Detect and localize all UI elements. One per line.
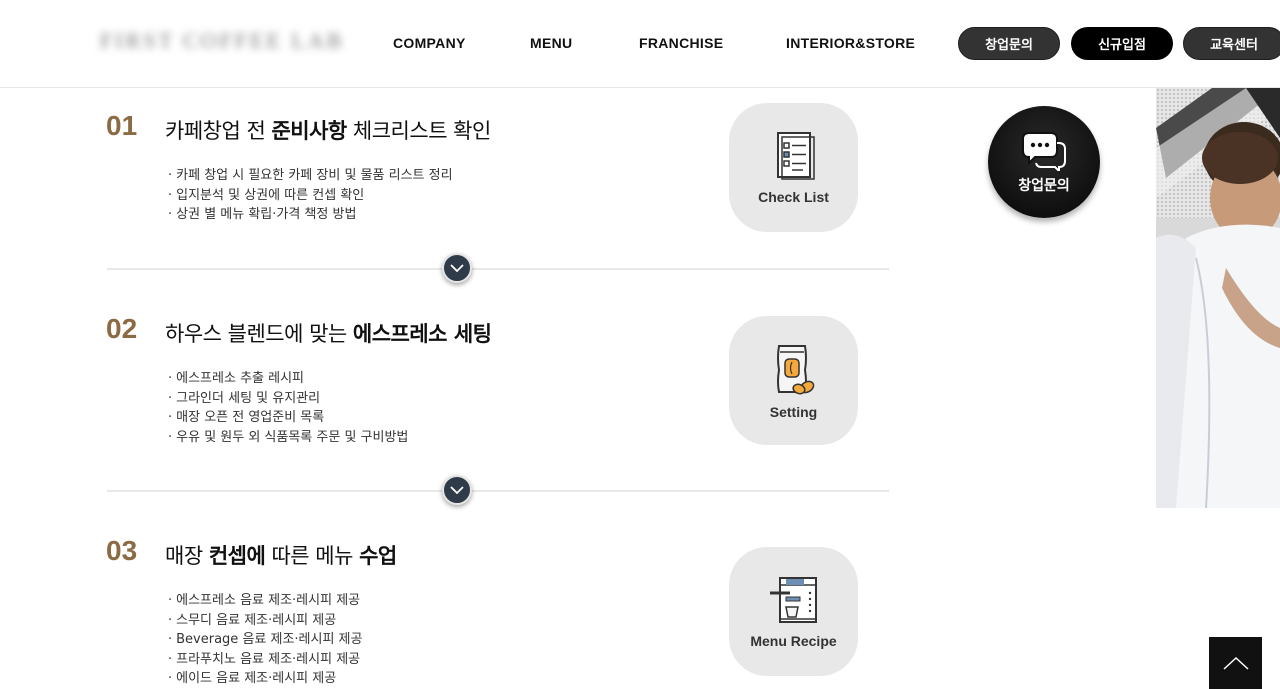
scroll-down-button[interactable] — [442, 253, 472, 283]
list-item: 그라인더 세팅 및 유지관리 — [168, 389, 408, 409]
list-item: 매장 오픈 전 영업준비 목록 — [168, 408, 408, 428]
chevron-up-icon — [1222, 656, 1249, 670]
section-title: 하우스 블렌드에 맞는 에스프레소 세팅 — [165, 318, 492, 348]
menu-recipe-card: Menu Recipe — [729, 547, 858, 676]
site-header: FIRST COFFEE LAB COMPANY MENU FRANCHISE … — [0, 0, 1280, 88]
title-part: 카페창업 전 — [165, 119, 272, 143]
card-label: Menu Recipe — [750, 632, 837, 649]
education-center-button[interactable]: 교육센터 — [1183, 27, 1280, 60]
checklist-icon — [776, 131, 815, 180]
title-part: 하우스 블렌드에 맞는 — [165, 322, 353, 346]
nav-company[interactable]: COMPANY — [393, 35, 466, 51]
card-label: Setting — [769, 403, 818, 420]
bullet-list: 에스프레소 음료 제조·레시피 제공 스무디 음료 제조·레시피 제공 Beve… — [168, 591, 362, 689]
title-part: 체크리스트 확인 — [346, 119, 491, 143]
divider — [107, 490, 889, 492]
nav-menu[interactable]: MENU — [530, 35, 572, 51]
title-part: 따른 메뉴 — [265, 544, 360, 568]
nav-franchise[interactable]: FRANCHISE — [639, 35, 723, 51]
section-number: 02 — [106, 313, 138, 344]
chevron-down-icon — [450, 264, 464, 272]
title-bold: 에스프레소 세팅 — [352, 322, 492, 346]
new-store-button[interactable]: 신규입점 — [1071, 27, 1173, 60]
divider — [107, 268, 889, 270]
list-item: 우유 및 원두 외 식품목록 주문 및 구비방법 — [168, 428, 408, 448]
section-title: 카페창업 전 준비사항 체크리스트 확인 — [165, 115, 491, 145]
title-part: 매장 — [165, 544, 209, 568]
list-item: 에스프레소 추출 레시피 — [168, 369, 408, 389]
barista-illustration — [1156, 88, 1280, 508]
checklist-card: Check List — [729, 103, 858, 232]
bullet-list: 에스프레소 추출 레시피 그라인더 세팅 및 유지관리 매장 오픈 전 영업준비… — [168, 369, 408, 447]
chevron-down-icon — [450, 486, 464, 494]
section-number: 03 — [106, 535, 138, 566]
coffee-bag-icon — [776, 344, 814, 394]
barista-photo — [1156, 88, 1280, 508]
title-bold: 컨셉에 — [208, 544, 266, 568]
chat-bubble-icon — [1022, 132, 1066, 171]
scroll-down-button[interactable] — [442, 475, 472, 505]
title-bold: 수업 — [359, 544, 397, 568]
card-label: Check List — [758, 188, 829, 205]
floating-consult-button[interactable]: 창업문의 — [988, 106, 1100, 218]
logo-text: FIRST COFFEE LAB — [100, 28, 345, 53]
list-item: 에이드 음료 제조·레시피 제공 — [168, 669, 362, 689]
list-item: 카페 창업 시 필요한 카페 장비 및 물품 리스트 정리 — [168, 166, 452, 186]
list-item: 스무디 음료 제조·레시피 제공 — [168, 611, 362, 631]
startup-inquiry-button[interactable]: 창업문의 — [958, 27, 1060, 60]
section-number: 01 — [106, 110, 138, 141]
floating-consult-label: 창업문의 — [1018, 178, 1070, 194]
list-item: 프라푸치노 음료 제조·레시피 제공 — [168, 650, 362, 670]
list-item: 입지분석 및 상권에 따른 컨셉 확인 — [168, 186, 453, 206]
setting-card: Setting — [729, 316, 858, 445]
list-item: 상권 별 메뉴 확립·가격 책정 방법 — [168, 205, 453, 225]
section-title: 매장 컨셉에 따른 메뉴 수업 — [165, 540, 397, 570]
list-item: Beverage 음료 제조·레시피 제공 — [168, 630, 362, 650]
espresso-machine-icon — [769, 576, 817, 623]
nav-interior-store[interactable]: INTERIOR&STORE — [786, 35, 915, 51]
list-item: 에스프레소 음료 제조·레시피 제공 — [168, 591, 362, 611]
title-bold: 준비사항 — [271, 119, 347, 143]
back-to-top-button[interactable] — [1209, 637, 1262, 689]
logo[interactable]: FIRST COFFEE LAB — [100, 28, 350, 56]
bullet-list: 카페 창업 시 필요한 카페 장비 및 물품 리스트 정리 입지분석 및 상권에… — [168, 166, 453, 225]
